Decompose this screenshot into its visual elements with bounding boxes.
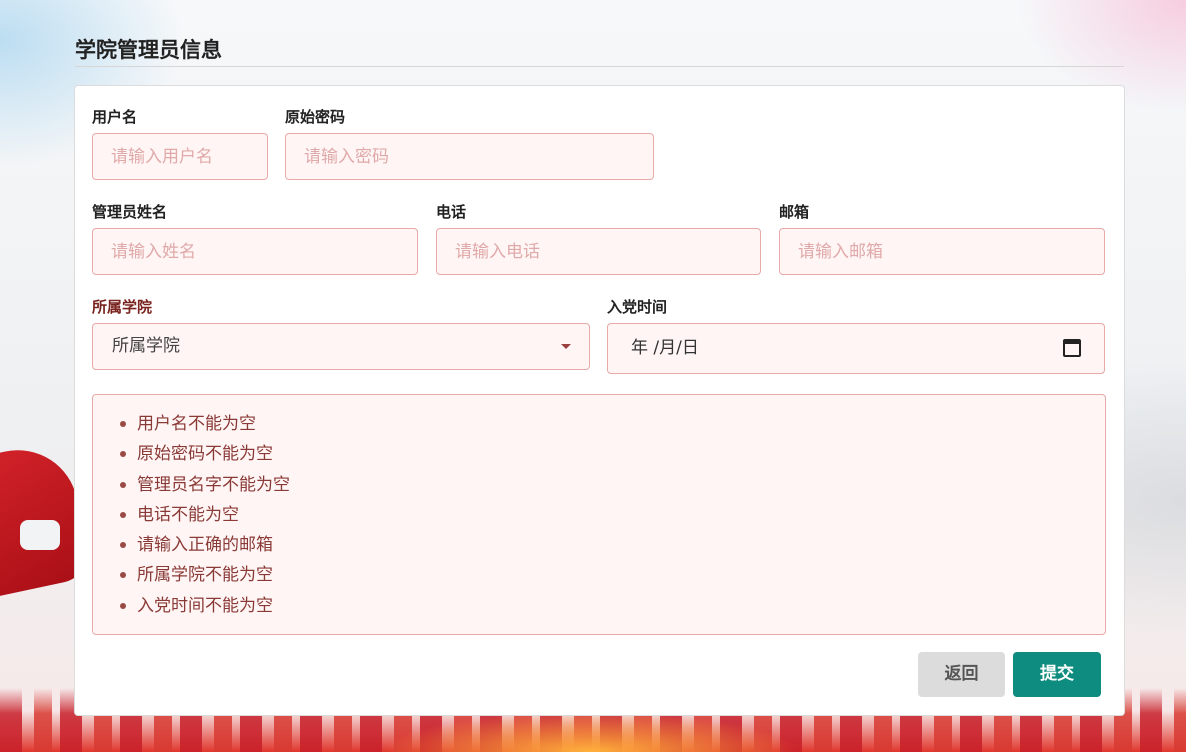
email-field: 邮箱 [779, 203, 1105, 275]
name-input[interactable] [92, 228, 418, 275]
password-label: 原始密码 [285, 108, 346, 126]
email-label: 邮箱 [779, 203, 810, 221]
calendar-icon[interactable] [1063, 339, 1081, 357]
join-date-input[interactable]: 年 /月/日 [607, 323, 1105, 374]
college-select-value: 所属学院 [112, 336, 180, 356]
phone-input[interactable] [436, 228, 761, 275]
error-item: 电话不能为空 [119, 500, 1105, 530]
college-select[interactable]: 所属学院 [92, 323, 590, 370]
password-field: 原始密码 [285, 108, 654, 180]
password-input[interactable] [285, 133, 654, 180]
username-input[interactable] [92, 133, 268, 180]
error-item: 所属学院不能为空 [119, 560, 1105, 590]
error-item: 用户名不能为空 [119, 409, 1105, 439]
admin-form-card: 用户名 原始密码 管理员姓名 电话 邮箱 所属学院 所属学院 入党时间 年 /月… [74, 85, 1125, 716]
name-label: 管理员姓名 [92, 203, 168, 221]
error-list: 用户名不能为空 原始密码不能为空 管理员名字不能为空 电话不能为空 请输入正确的… [119, 409, 1105, 621]
background-glow [380, 712, 800, 752]
phone-field: 电话 [436, 203, 761, 275]
username-label: 用户名 [92, 108, 138, 126]
error-item: 入党时间不能为空 [119, 591, 1105, 621]
college-label: 所属学院 [92, 298, 153, 316]
error-item: 管理员名字不能为空 [119, 470, 1105, 500]
error-item: 请输入正确的邮箱 [119, 530, 1105, 560]
title-divider [75, 66, 1124, 67]
name-field: 管理员姓名 [92, 203, 418, 275]
join-date-value: 年 /月/日 [631, 338, 699, 358]
phone-label: 电话 [436, 203, 467, 221]
username-field: 用户名 [92, 108, 268, 180]
background-flag-fold [20, 520, 60, 550]
join-date-field: 入党时间 年 /月/日 [607, 298, 1105, 374]
email-input[interactable] [779, 228, 1105, 275]
college-field: 所属学院 所属学院 [92, 298, 590, 370]
error-item: 原始密码不能为空 [119, 439, 1105, 469]
chevron-down-icon [561, 344, 571, 349]
submit-button[interactable]: 提交 [1013, 652, 1101, 697]
back-button[interactable]: 返回 [918, 652, 1005, 697]
page-title: 学院管理员信息 [75, 38, 222, 62]
join-date-label: 入党时间 [607, 298, 668, 316]
validation-error-box: 用户名不能为空 原始密码不能为空 管理员名字不能为空 电话不能为空 请输入正确的… [92, 394, 1106, 635]
